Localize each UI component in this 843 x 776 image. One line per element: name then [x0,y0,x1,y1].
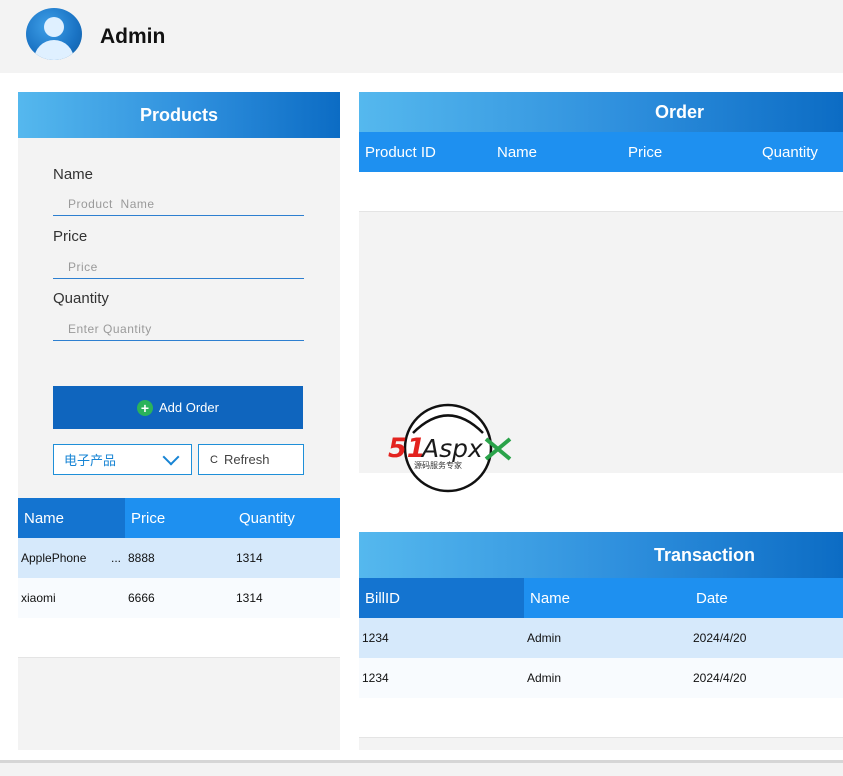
transaction-title: Transaction [654,545,756,565]
cell-date: 2024/4/20 [693,631,747,645]
column-header-name[interactable]: Name [530,578,570,618]
transaction-empty-row [359,698,843,738]
name-input[interactable] [53,192,304,216]
refresh-label: Refresh [223,452,270,467]
watermark-logo: 51 Aspx 源码服务专家 [388,403,512,493]
order-empty-row [359,172,843,212]
order-table-header: Product ID Name Price Quantity [359,132,843,172]
cell-price: 6666 [128,591,155,605]
table-row[interactable]: xiaomi 6666 1314 [18,578,340,619]
cell-name: Admin [527,671,562,685]
category-select[interactable]: 电子产品 [53,444,192,475]
svg-text:51: 51 [388,433,426,464]
column-header-date[interactable]: Date [696,578,728,618]
svg-text:源码服务专家: 源码服务专家 [414,460,462,470]
cell-price: 8888 [128,551,155,565]
column-header-name[interactable]: Name [497,132,537,172]
transaction-title-bar: Transaction [359,532,843,578]
table-row[interactable]: 1234 Admin 2024/4/20 [359,618,843,659]
chevron-down-icon [162,448,180,466]
user-avatar-icon[interactable] [26,8,82,60]
price-input[interactable] [53,255,304,279]
cell-ellipsis: ... [111,551,122,565]
table-empty-row [18,618,340,658]
cell-quantity: 1314 [236,591,263,605]
cell-name: Admin [527,631,562,645]
table-row[interactable]: 1234 Admin 2024/4/20 [359,658,843,699]
window-bottom-strip [0,763,843,776]
products-table-header: Name Price Quantity [18,498,340,538]
column-header-quantity[interactable]: Quantity [762,132,818,172]
plus-icon: + [137,399,153,416]
quantity-input[interactable] [53,317,304,341]
cell-name: ApplePhone [21,551,87,565]
column-header-billid[interactable]: BillID [359,578,524,618]
cell-name: xiaomi [21,591,56,605]
user-name: Admin [100,25,166,48]
cell-quantity: 1314 [236,551,263,565]
refresh-button[interactable]: C Refresh [198,444,304,475]
column-header-product-id[interactable]: Product ID [365,132,436,172]
table-row[interactable]: ApplePhone ... 8888 1314 [18,538,340,579]
column-header-price[interactable]: Price [131,498,165,538]
price-label: Price [53,228,88,245]
column-header-name[interactable]: Name [18,498,125,538]
order-title: Order [655,102,705,122]
category-selected-value: 电子产品 [64,453,117,468]
column-header-quantity[interactable]: Quantity [239,498,295,538]
quantity-label: Quantity [53,290,109,307]
transaction-list-area [359,738,843,750]
column-header-price[interactable]: Price [628,132,662,172]
products-title: Products [18,92,340,138]
refresh-icon: C [210,453,218,466]
add-order-label: Add Order [159,400,219,415]
cell-billid: 1234 [362,631,389,645]
add-order-button[interactable]: + Add Order [53,386,303,429]
cell-billid: 1234 [362,671,389,685]
name-label: Name [53,166,94,183]
order-title-bar: Order [359,92,843,132]
cell-date: 2024/4/20 [693,671,747,685]
svg-text:Aspx: Aspx [420,434,483,463]
transaction-table-header: BillID Name Date [359,578,843,618]
